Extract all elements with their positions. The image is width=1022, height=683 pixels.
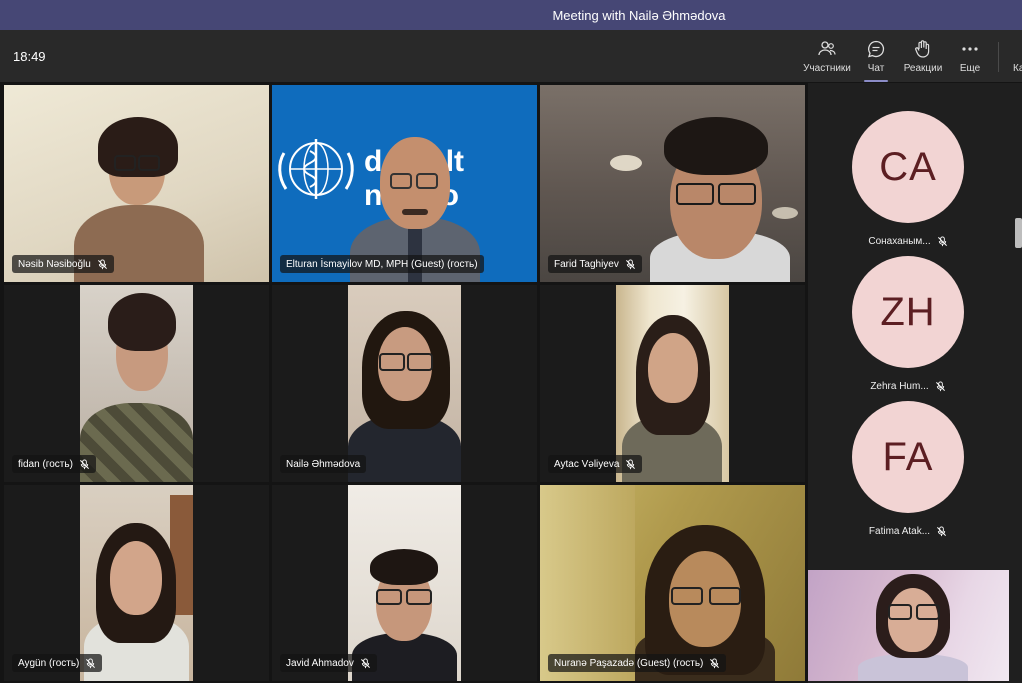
participant-name: Farid Taghiyev: [554, 258, 619, 270]
participant-name-tag: Nailə Əhmədova: [280, 455, 367, 473]
meeting-title: Meeting with Nailə Əhmədova: [552, 7, 726, 23]
participants-button[interactable]: Участники: [803, 39, 851, 79]
participant-name: Aygün (гость): [18, 657, 80, 669]
participant-name-tag: Javid Ahmadov: [280, 654, 377, 672]
camera-label-truncated[interactable]: Ка: [1013, 63, 1022, 74]
video-tile[interactable]: Nuranə Paşazadə (Guest) (гость): [540, 485, 805, 681]
scrollbar-thumb[interactable]: [1015, 218, 1022, 248]
participant-name: Elturan İsmayilov MD, MPH (Guest) (гость…: [286, 258, 478, 270]
mic-muted-icon: [937, 236, 947, 247]
more-button[interactable]: Еще: [958, 39, 982, 79]
self-view-video[interactable]: [808, 570, 1009, 681]
reactions-label: Реакции: [903, 63, 943, 74]
participant-name-tag: Aygün (гость): [12, 654, 103, 672]
participant-name: Nəsib Nəsiboğlu: [18, 258, 91, 270]
mic-muted-icon: [97, 258, 107, 269]
mic-muted-icon: [360, 657, 370, 668]
participant-name-tag: fidan (гость): [12, 455, 96, 473]
mic-muted-icon: [710, 657, 720, 668]
video-tile[interactable]: fidan (гость): [4, 285, 269, 482]
mic-muted-icon: [937, 526, 947, 537]
meeting-toolbar: 18:49 Участники Чат Реакции Еще Ка: [0, 30, 1022, 83]
chat-icon: [868, 40, 885, 58]
people-icon: [818, 41, 836, 56]
participant-name: Nailə Əhmədova: [286, 458, 361, 470]
participant-name: Zehra Hum...: [870, 381, 929, 392]
avatar-name-row: Сонаханым...: [808, 236, 1008, 247]
chat-label: Чат: [867, 63, 885, 74]
participant-name: fidan (гость): [18, 458, 73, 470]
participant-video: [858, 574, 968, 681]
avatar: FA: [852, 401, 964, 513]
mic-muted-icon: [935, 381, 945, 392]
avatar-name-row: Fatima Atak...: [808, 526, 1008, 537]
avatar: CA: [852, 111, 964, 223]
title-bar: Meeting with Nailə Əhmədova: [0, 0, 1022, 30]
participant-name: Сонаханым...: [868, 236, 931, 247]
video-tile[interactable]: Nəsib Nəsiboğlu: [4, 85, 269, 282]
video-tile[interactable]: d Healt nizatio Elturan İsmayilov MD, MP…: [272, 85, 537, 282]
toolbar-divider: [998, 42, 999, 72]
participant-name-tag: Farid Taghiyev: [548, 255, 642, 273]
participant-name-tag: Elturan İsmayilov MD, MPH (Guest) (гость…: [280, 255, 484, 273]
participant-video: [80, 291, 193, 482]
video-tile[interactable]: Nailə Əhmədova: [272, 285, 537, 482]
participant-video: [650, 111, 790, 282]
participant-name: Javid Ahmadov: [286, 657, 354, 669]
who-emblem-icon: [278, 139, 354, 199]
meeting-timer: 18:49: [13, 49, 46, 64]
participant-name-tag: Aytac Vəliyeva: [548, 455, 643, 473]
participant-avatar-card[interactable]: FA Fatima Atak...: [808, 401, 1008, 546]
mic-muted-icon: [79, 458, 89, 469]
video-tile[interactable]: Aytac Vəliyeva: [540, 285, 805, 482]
participants-label: Участники: [803, 63, 851, 74]
participant-name-tag: Nəsib Nəsiboğlu: [12, 255, 114, 273]
raise-hand-icon: [915, 40, 930, 58]
avatar-name-row: Zehra Hum...: [808, 381, 1008, 392]
reactions-button[interactable]: Реакции: [904, 39, 942, 79]
participant-name: Fatima Atak...: [868, 526, 931, 537]
video-tile[interactable]: Javid Ahmadov: [272, 485, 537, 681]
video-tile[interactable]: Farid Taghiyev: [540, 85, 805, 282]
chat-button[interactable]: Чат: [864, 39, 888, 79]
participant-name: Aytac Vəliyeva: [554, 458, 620, 470]
mic-muted-icon: [86, 657, 96, 668]
video-gallery: Nəsib Nəsiboğlu d Healt nizatio Elturan …: [0, 83, 1022, 683]
avatar: ZH: [852, 256, 964, 368]
more-label: Еще: [959, 63, 981, 74]
mic-muted-icon: [625, 258, 635, 269]
more-icon: [962, 47, 978, 51]
participant-avatar-card[interactable]: CA Сонаханым...: [808, 111, 1008, 256]
video-tile[interactable]: Aygün (гость): [4, 485, 269, 681]
mic-muted-icon: [626, 458, 636, 469]
participant-name: Nuranə Paşazadə (Guest) (гость): [554, 657, 704, 669]
participant-avatar-card[interactable]: ZH Zehra Hum...: [808, 256, 1008, 401]
participant-name-tag: Nuranə Paşazadə (Guest) (гость): [548, 654, 727, 672]
